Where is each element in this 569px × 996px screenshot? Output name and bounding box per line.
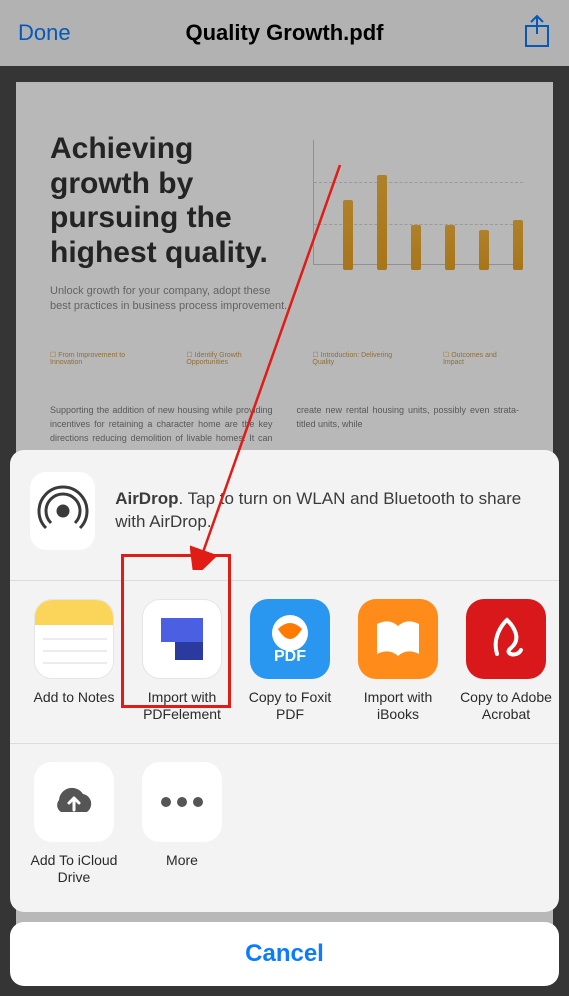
screen: Done Quality Growth.pdf Achieving growth… xyxy=(0,0,569,996)
airdrop-text: AirDrop. Tap to turn on WLAN and Bluetoo… xyxy=(115,488,539,534)
app-label: Copy to Adobe Acrobat xyxy=(456,689,556,723)
airdrop-icon xyxy=(30,472,95,550)
app-label: Copy to Foxit PDF xyxy=(240,689,340,723)
ibooks-icon xyxy=(358,599,438,679)
action-icloud-drive[interactable]: Add To iCloud Drive xyxy=(24,762,124,886)
app-copy-foxit[interactable]: PDF Copy to Foxit PDF xyxy=(240,599,340,723)
action-label: Add To iCloud Drive xyxy=(24,852,124,886)
svg-text:PDF: PDF xyxy=(274,648,306,665)
share-sheet: AirDrop. Tap to turn on WLAN and Bluetoo… xyxy=(10,450,559,986)
app-import-pdfelement[interactable]: Import with PDFelement xyxy=(132,599,232,723)
cancel-button[interactable]: Cancel xyxy=(10,922,559,986)
app-label: Import with iBooks xyxy=(348,689,448,723)
app-label: Add to Notes xyxy=(24,689,124,723)
adobe-icon xyxy=(466,599,546,679)
app-add-to-notes[interactable]: Add to Notes xyxy=(24,599,124,723)
app-label: Import with PDFelement xyxy=(132,689,232,723)
app-copy-adobe[interactable]: Copy to Adobe Acrobat xyxy=(456,599,556,723)
foxit-icon: PDF xyxy=(250,599,330,679)
action-row[interactable]: Add To iCloud Drive More xyxy=(10,744,559,912)
notes-icon xyxy=(34,599,114,679)
more-icon xyxy=(142,762,222,842)
app-row[interactable]: Add to Notes Import with PDFelement xyxy=(10,581,559,743)
pdfelement-icon xyxy=(142,599,222,679)
icloud-upload-icon xyxy=(34,762,114,842)
app-import-ibooks[interactable]: Import with iBooks xyxy=(348,599,448,723)
airdrop-row[interactable]: AirDrop. Tap to turn on WLAN and Bluetoo… xyxy=(10,450,559,580)
action-more[interactable]: More xyxy=(132,762,232,886)
action-label: More xyxy=(132,852,232,869)
